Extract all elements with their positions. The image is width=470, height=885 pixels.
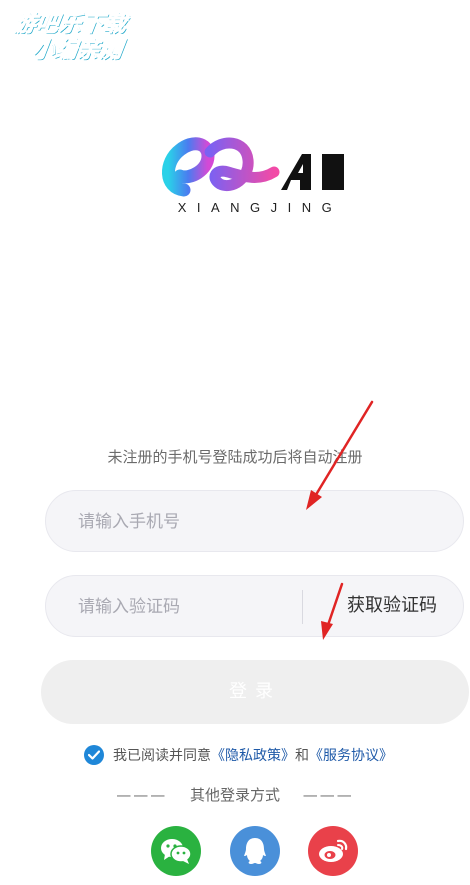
register-hint: 未注册的手机号登陆成功后将自动注册 [107,448,363,466]
agreement-row: 我已阅读并同意 《隐私政策》 和 《服务协议》 [84,744,393,766]
login-button[interactable]: 登录 [41,660,469,724]
service-agreement-link[interactable]: 《服务协议》 [309,745,393,765]
qq-login-button[interactable] [230,826,280,876]
divider [302,590,303,624]
weibo-icon [319,839,348,862]
other-login-label: 其他登录方式 [189,786,280,804]
divider-right: ——— [302,786,354,804]
qq-icon [244,838,266,864]
logo-brand-text: XIANGJING [177,200,343,215]
agreement-prefix: 我已阅读并同意 [113,748,211,764]
get-code-button[interactable]: 获取验证码 [347,576,437,636]
phone-input[interactable] [76,491,440,553]
watermark-line-2: 小编亲测 [30,38,125,64]
app-logo-mark [162,137,344,197]
agreement-checkbox[interactable] [84,745,104,765]
agreement-and: 和 [295,748,309,764]
wechat-login-button[interactable] [151,826,201,876]
watermark-logo: 游吧乐下载 小编亲测 [8,12,155,64]
privacy-policy-link[interactable]: 《隐私政策》 [211,745,295,765]
other-login-header: ——— 其他登录方式 ——— [0,784,470,805]
verification-code-input[interactable] [76,576,300,638]
phone-field[interactable] [45,490,464,553]
watermark-line-1: 游吧乐下载 [12,12,129,38]
verification-code-field[interactable]: 获取验证码 [45,575,464,638]
weibo-login-button[interactable] [308,826,358,876]
wechat-icon [161,839,192,864]
divider-left: ——— [116,786,168,804]
checkmark-icon [88,750,100,760]
app-logo: XIANGJING [150,128,370,228]
